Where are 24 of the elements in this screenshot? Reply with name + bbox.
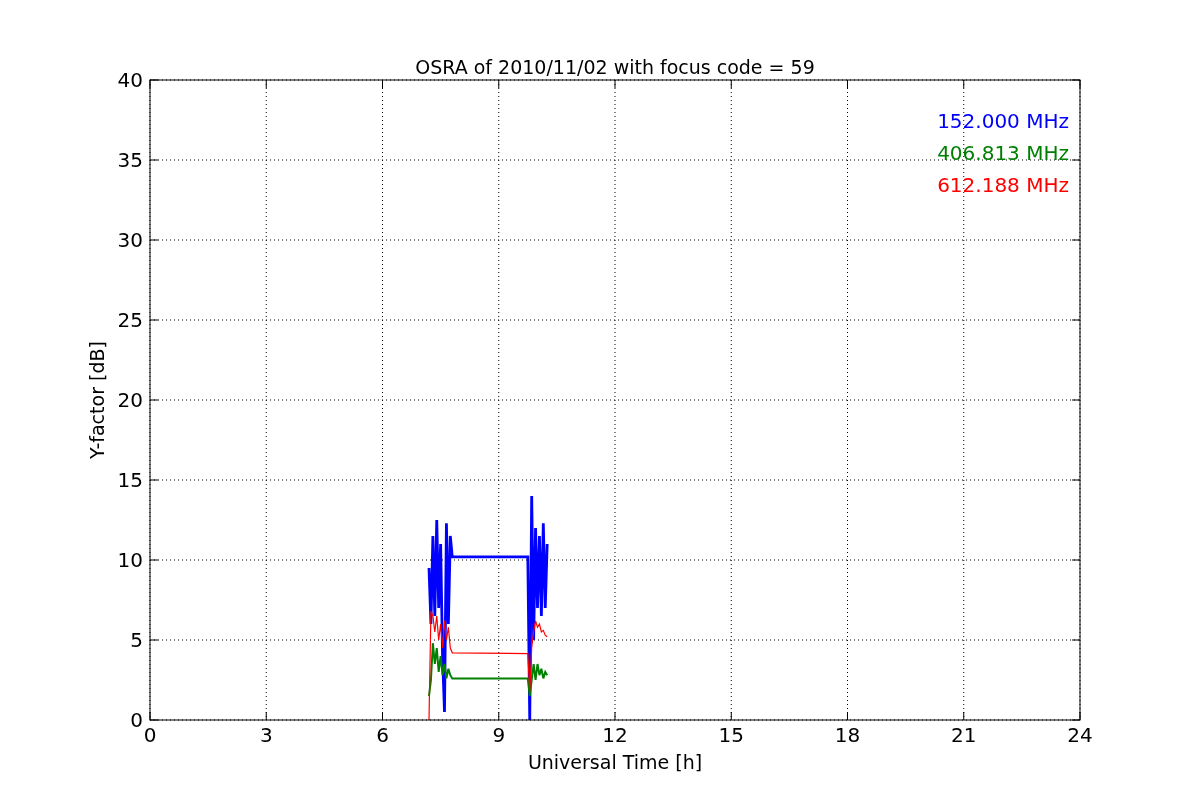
x-tick-label: 6	[376, 723, 389, 747]
y-tick-label: 40	[117, 68, 143, 92]
x-tick-label: 0	[143, 723, 157, 747]
x-tick-label: 12	[602, 723, 628, 747]
y-tick-label: 15	[117, 468, 143, 492]
legend-label: 612.188 MHz	[937, 173, 1069, 197]
x-tick-label: 3	[259, 723, 273, 747]
legend-label: 152.000 MHz	[937, 109, 1069, 133]
y-tick-label: 25	[117, 308, 143, 332]
chart-title: OSRA of 2010/11/02 with focus code = 59	[415, 56, 815, 78]
y-tick-label: 20	[117, 388, 143, 412]
y-tick-label: 30	[117, 228, 143, 252]
x-tick-label: 24	[1067, 723, 1093, 747]
x-tick-label: 15	[718, 723, 744, 747]
y-tick-label: 35	[117, 148, 143, 172]
y-tick-label: 5	[130, 628, 143, 652]
x-tick-label: 21	[951, 723, 977, 747]
y-tick-label: 0	[130, 708, 143, 732]
x-axis-label: Universal Time [h]	[527, 751, 703, 773]
y-axis-label: Y-factor [dB]	[86, 341, 108, 459]
y-tick-label: 10	[117, 548, 143, 572]
x-tick-label: 9	[492, 723, 506, 747]
legend-label: 406.813 MHz	[937, 141, 1069, 165]
x-tick-label: 18	[834, 723, 861, 747]
